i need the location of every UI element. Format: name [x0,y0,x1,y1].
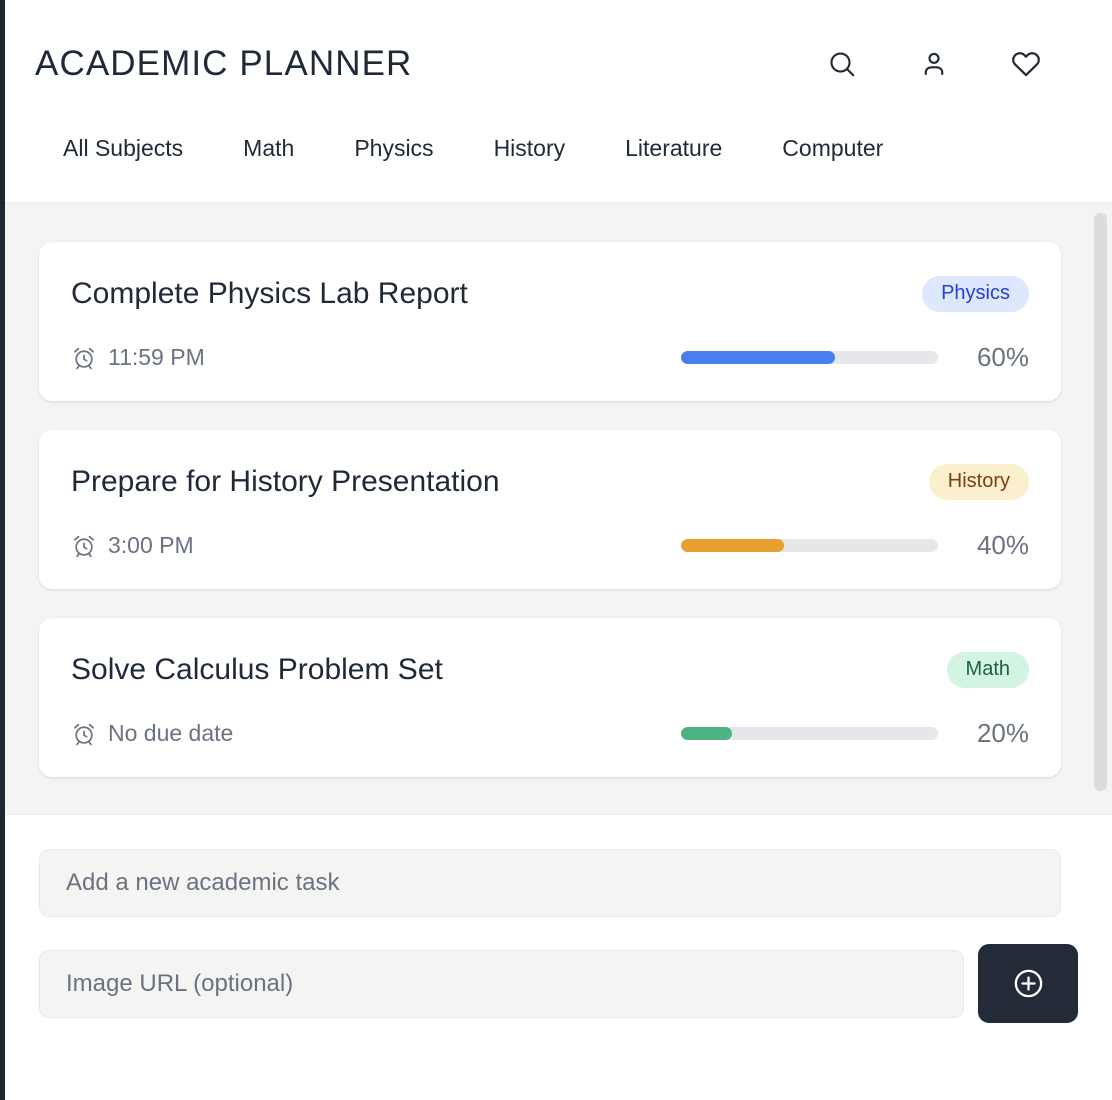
header-top-row: ACADEMIC PLANNER [35,34,1082,94]
tab-history[interactable]: History [494,125,566,172]
image-url-input[interactable] [39,949,964,1018]
favorites-heart-icon [1010,48,1042,80]
progress-label: 20% [976,718,1029,748]
search-icon [827,49,857,79]
plus-circle-icon [1010,965,1047,1002]
subject-tabs: All Subjects Math Physics History Litera… [35,94,1082,202]
progress-track [681,539,938,552]
tab-math[interactable]: Math [243,125,294,172]
due-time: No due date [71,720,233,747]
progress-label: 60% [976,342,1029,372]
header-actions [825,47,1082,81]
progress-fill [681,727,733,740]
task-title: Complete Physics Lab Report [71,277,468,310]
academic-planner-app: ACADEMIC PLANNER All Subjects Math Physi… [0,0,1112,1100]
alarm-clock-icon [71,721,97,747]
task-list-scroll-area[interactable]: Complete Physics Lab Report Physics 11:5… [5,202,1112,814]
add-task-button[interactable] [978,944,1078,1023]
status-badge: Math [946,652,1029,688]
progress: 20% [681,718,1029,749]
due-time: 11:59 PM [71,344,205,371]
favorites-button[interactable] [1009,47,1043,81]
tab-literature[interactable]: Literature [625,125,722,172]
task-row[interactable]: Complete Physics Lab Report Physics 11:5… [39,242,1061,401]
progress-fill [681,539,784,552]
task-row[interactable]: Solve Calculus Problem Set Math No due d… [39,618,1061,777]
scrollbar-thumb[interactable] [1094,213,1107,791]
due-time-label: 11:59 PM [108,344,205,370]
image-url-row [39,944,1078,1023]
due-time-label: 3:00 PM [108,532,194,558]
task-title: Prepare for History Presentation [71,465,500,498]
search-button[interactable] [825,47,859,81]
app-header: ACADEMIC PLANNER All Subjects Math Physi… [5,0,1112,202]
task-meta: No due date 20% [71,718,1029,749]
status-badge: Physics [922,276,1029,312]
alarm-clock-icon [71,345,97,371]
tab-computer-science[interactable]: Computer [782,125,883,172]
scrollbar[interactable] [1094,213,1107,806]
new-task-input[interactable] [39,849,1061,917]
due-time-label: No due date [108,720,234,746]
task-row[interactable]: Prepare for History Presentation History [39,430,1061,589]
task-header: Solve Calculus Problem Set Math [71,648,1029,692]
task-header: Complete Physics Lab Report Physics [71,272,1029,316]
alarm-clock-icon [71,533,97,559]
account-button[interactable] [917,47,951,81]
progress-label: 40% [976,530,1029,560]
task-header: Prepare for History Presentation History [71,460,1029,504]
progress-fill [681,351,836,364]
tab-all-subjects[interactable]: All Subjects [63,125,183,172]
status-badge: History [928,464,1029,500]
account-icon [919,49,949,79]
task-title: Solve Calculus Problem Set [71,653,443,686]
task-list: Complete Physics Lab Report Physics 11:5… [5,203,1112,777]
page-title: ACADEMIC PLANNER [35,44,413,83]
progress: 40% [681,530,1029,561]
progress-track [681,351,938,364]
add-task-form [5,814,1112,1100]
task-meta: 11:59 PM 60% [71,342,1029,373]
tab-physics[interactable]: Physics [354,125,433,172]
progress: 60% [681,342,1029,373]
due-time: 3:00 PM [71,532,194,559]
task-meta: 3:00 PM 40% [71,530,1029,561]
progress-track [681,727,938,740]
